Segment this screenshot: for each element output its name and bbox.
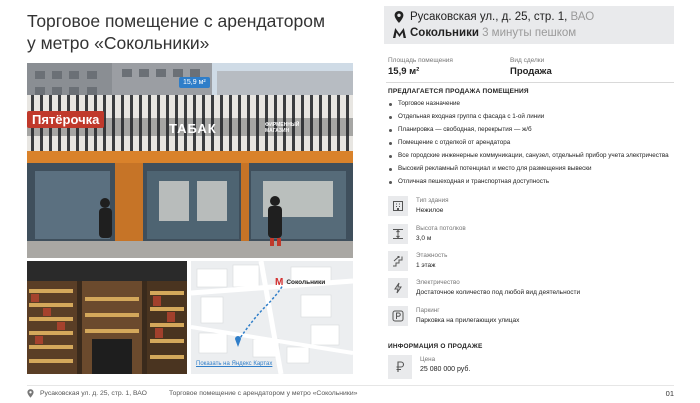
map-panel[interactable]: M Сокольники Показать на Яндекс Картах (191, 261, 353, 374)
page-title: Торговое помещение с арендатором у метро… (27, 10, 367, 54)
feature-item: Высокий рекламный потенциал и место для … (388, 165, 678, 173)
sign-pyaterochka: Пятёрочка (27, 111, 105, 128)
area-label: Площадь помещения (388, 57, 453, 64)
footer-address: Русаковская ул. д. 25, стр. 1, ВАО (40, 390, 147, 397)
building-icon (388, 196, 408, 216)
feature-item: Все городские инженерные коммуникации, с… (388, 152, 678, 160)
price-value: 25 080 000 руб. (420, 366, 471, 373)
features-list: Торговое назначение Отдельная входная гр… (388, 100, 678, 191)
deal-value: Продажа (510, 66, 552, 77)
metro-line: Сокольники 3 минуты пешком (392, 25, 666, 41)
price-label: Цена (420, 356, 436, 363)
feature-item: Торговое назначение (388, 100, 678, 108)
sale-title: ИНФОРМАЦИЯ О ПРОДАЖЕ (388, 343, 483, 350)
spec-label: Паркинг (416, 307, 440, 314)
area-stat: Площадь помещения 15,9 м² (388, 57, 510, 77)
storefront-photo: Пятёрочка ТАБАК ФИРМЕННЫЙ МАГАЗИН 15,9 м… (27, 63, 353, 258)
spec-ceiling-height: Высота потолков 3,0 м (388, 224, 466, 244)
title-line-1: Торговое помещение с арендатором (27, 11, 325, 31)
spec-value: Парковка на прилегающих улицах (416, 317, 520, 324)
spec-electricity: Электричество Достаточное количество под… (388, 278, 580, 298)
deal-stat: Вид сделки Продажа (510, 57, 632, 77)
ceiling-height-icon (388, 224, 408, 244)
stairs-icon (388, 251, 408, 271)
features-title: ПРЕДЛАГАЕТСЯ ПРОДАЖА ПОМЕЩЕНИЯ (388, 88, 529, 95)
metro-m-icon (392, 28, 406, 38)
map-metro-label: Сокольники (286, 279, 326, 286)
footer-divider (27, 385, 674, 386)
spec-value: Достаточное количество под любой вид дея… (416, 289, 581, 296)
spec-label: Электричество (416, 279, 460, 286)
spec-label: Высота потолков (416, 225, 466, 232)
feature-item: Отличная пешеходная и транспортная досту… (388, 178, 678, 186)
deal-label: Вид сделки (510, 57, 545, 64)
spec-value: 3,0 м (416, 235, 432, 242)
footer-pin-icon (27, 389, 34, 398)
ruble-icon (388, 355, 412, 379)
location-pin-icon (392, 11, 406, 23)
metro-station: Сокольники (410, 27, 479, 39)
metro-red-icon: M (275, 277, 284, 288)
page-number: 01 (665, 389, 674, 398)
feature-item: Помещение с отделкой от арендатора (388, 139, 678, 147)
sign-tabak: ТАБАК (169, 121, 217, 136)
spec-label: Тип здания (416, 197, 449, 204)
footer: Русаковская ул. д. 25, стр. 1, ВАО Торго… (27, 389, 674, 398)
interior-photo (27, 261, 187, 374)
spec-label: Этажность (416, 252, 448, 259)
map-metro-marker: M Сокольники (275, 277, 325, 288)
address-district: ВАО (570, 11, 595, 23)
address-box: Русаковская ул., д. 25, стр. 1, ВАО Соко… (384, 6, 674, 44)
spec-value: Нежилое (416, 207, 444, 214)
lightning-icon (388, 278, 408, 298)
spec-parking: Паркинг Парковка на прилегающих улицах (388, 306, 519, 326)
address-street: Русаковская ул., д. 25, стр. 1, (410, 11, 568, 23)
spec-building-type: Тип здания Нежилое (388, 196, 449, 216)
parking-icon (388, 306, 408, 326)
feature-item: Планировка — свободная, перекрытия — ж/б (388, 126, 678, 134)
area-value: 15,9 м² (388, 66, 420, 77)
title-line-2: у метро «Сокольники» (27, 33, 210, 53)
area-badge: 15,9 м² (179, 77, 210, 88)
metro-walk-time: 3 минуты пешком (482, 27, 577, 39)
sale-price: Цена 25 080 000 руб. (388, 355, 470, 379)
footer-title: Торговое помещение с арендатором у метро… (168, 390, 358, 397)
yandex-maps-link[interactable]: Показать на Яндекс Картах (196, 361, 272, 367)
spec-floors: Этажность 1 этаж (388, 251, 447, 271)
sign-firm-store: ФИРМЕННЫЙ МАГАЗИН (265, 122, 300, 134)
spec-value: 1 этаж (416, 262, 436, 269)
feature-item: Отдельная входная группа с фасада с 1-ой… (388, 113, 678, 121)
address-line: Русаковская ул., д. 25, стр. 1, ВАО (392, 9, 666, 25)
stats-row: Площадь помещения 15,9 м² Вид сделки Про… (388, 57, 632, 77)
divider (386, 82, 674, 83)
